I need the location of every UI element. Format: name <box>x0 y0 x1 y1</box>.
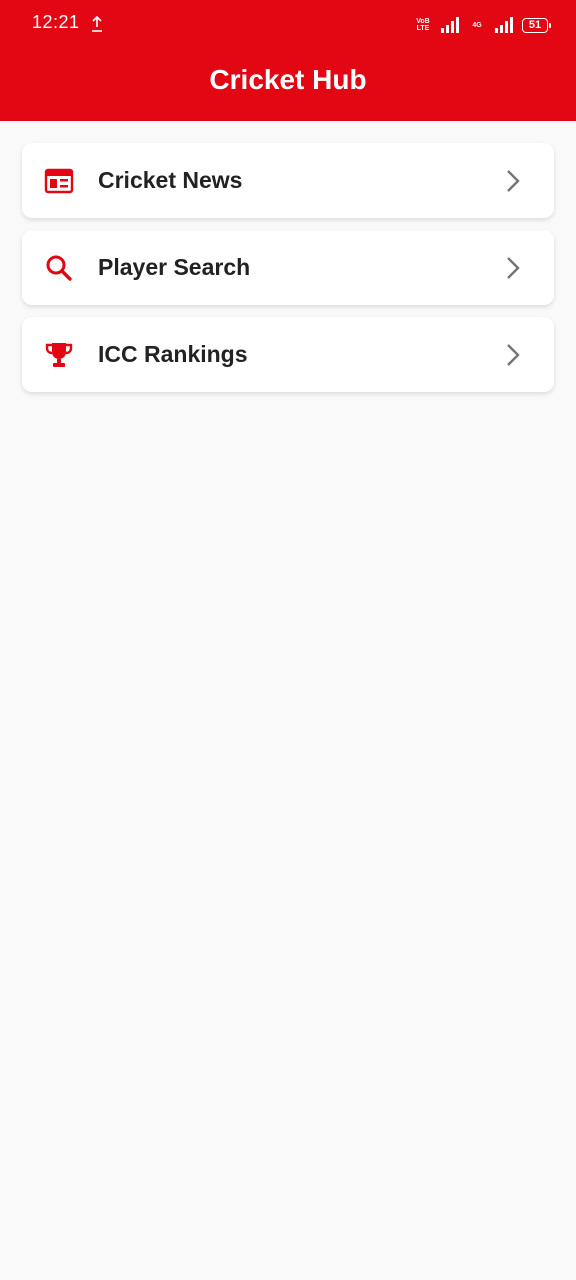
upload-icon <box>92 15 102 32</box>
newspaper-icon <box>44 168 74 194</box>
status-bar: 12:21 VoB LTE 4G 51 <box>0 0 576 48</box>
signal-icon <box>441 17 459 33</box>
search-icon <box>46 255 72 281</box>
menu-item-label: Player Search <box>98 254 251 280</box>
volte-icon: VoB LTE <box>416 18 430 32</box>
menu-item-label: ICC Rankings <box>98 341 248 367</box>
menu-item-label: Cricket News <box>98 167 243 193</box>
page-title: Cricket Hub <box>209 64 367 95</box>
lte-icon: 4G <box>472 21 482 29</box>
chevron-right-icon <box>507 344 520 366</box>
status-time: 12:21 <box>32 12 80 32</box>
signal-icon <box>495 17 513 33</box>
app-header: 12:21 VoB LTE 4G 51 Cricket Hub <box>0 0 576 121</box>
menu-item-cricket-news[interactable]: Cricket News <box>22 143 554 218</box>
menu-item-icc-rankings[interactable]: ICC Rankings <box>22 317 554 392</box>
chevron-right-icon <box>507 257 520 279</box>
trophy-icon <box>45 343 73 367</box>
battery-icon: 51 <box>522 17 551 33</box>
chevron-right-icon <box>507 170 520 192</box>
menu-item-player-search[interactable]: Player Search <box>22 230 554 305</box>
menu-list: Cricket News Player Search ICC Rankings <box>22 143 554 404</box>
status-icons: VoB LTE 4G 51 <box>414 14 551 36</box>
